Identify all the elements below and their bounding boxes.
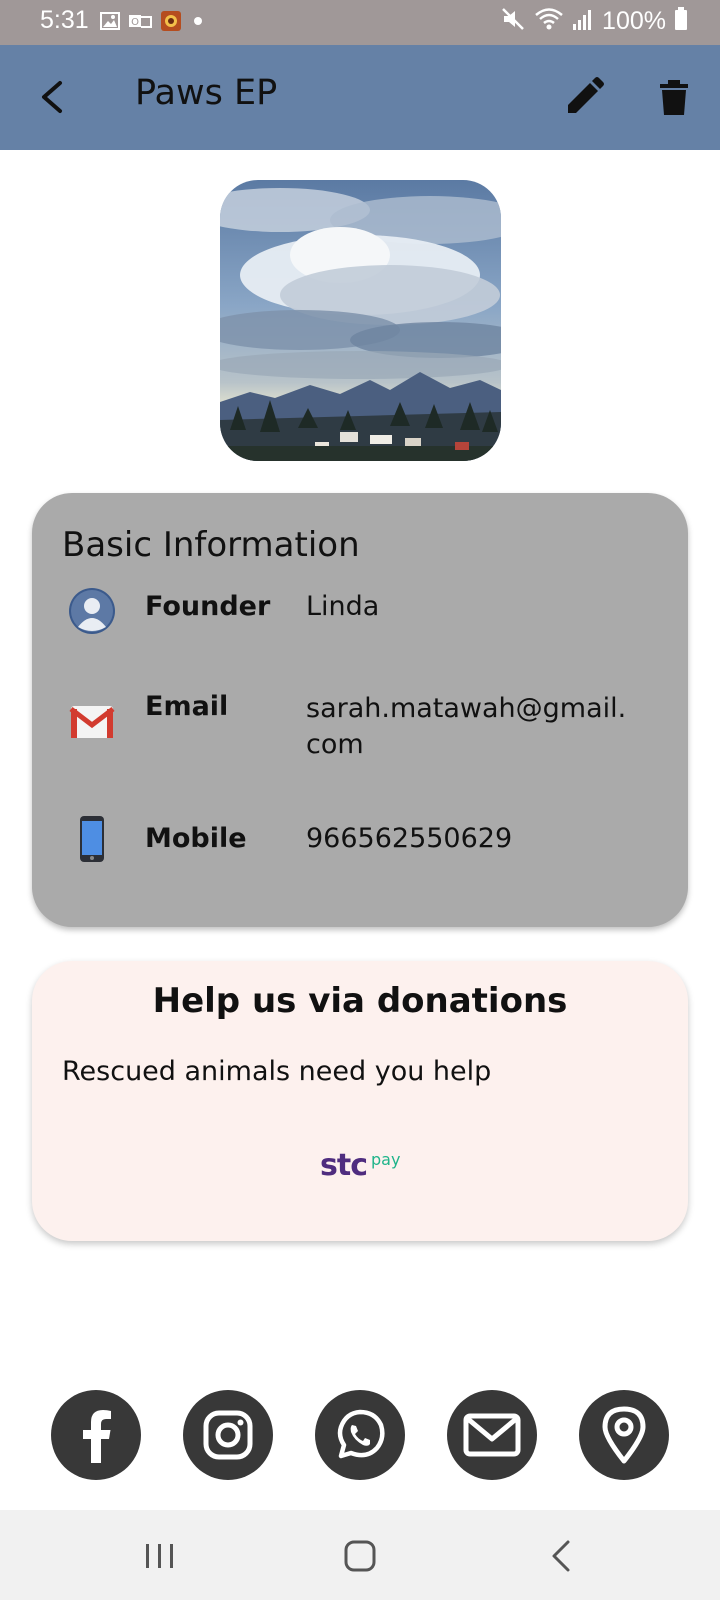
- facebook-icon: [83, 1410, 111, 1463]
- mute-icon: [500, 6, 526, 36]
- basic-info-card: Basic Information Founder Linda Email sa…: [32, 493, 688, 927]
- trash-icon: [660, 80, 688, 115]
- mobile-label: Mobile: [145, 823, 247, 854]
- whatsapp-button[interactable]: [315, 1390, 405, 1480]
- user-avatar-icon: [68, 587, 116, 635]
- signal-icon: [572, 6, 594, 36]
- basic-info-heading: Basic Information: [62, 525, 360, 565]
- mail-icon: [463, 1413, 521, 1457]
- back-icon: [552, 1540, 570, 1572]
- donations-text: Rescued animals need you help: [62, 1056, 492, 1087]
- page-title: Paws EP: [135, 73, 278, 113]
- app-bar: Paws EP: [0, 45, 720, 150]
- founder-value: Linda: [306, 591, 380, 622]
- donations-title: Help us via donations: [152, 981, 568, 1021]
- back-button[interactable]: [30, 75, 74, 119]
- email-label: Email: [145, 691, 229, 722]
- stc-pay-logo-main: stc: [320, 1148, 368, 1183]
- svg-text:O: O: [131, 17, 139, 28]
- instagram-button[interactable]: [183, 1390, 273, 1480]
- social-links: [0, 1390, 720, 1480]
- outlook-icon: O: [128, 11, 152, 35]
- pencil-icon: [568, 77, 604, 113]
- phone-icon: [68, 815, 116, 863]
- battery-percent: 100%: [602, 6, 666, 35]
- screen: 5:31 O 100% Paws EP Basic Information Fo…: [0, 0, 720, 1600]
- instagram-icon: [203, 1410, 253, 1460]
- home-button[interactable]: [340, 1536, 380, 1576]
- status-notification-icons: O: [100, 10, 206, 36]
- location-pin-icon: [602, 1406, 646, 1464]
- image-icon: [100, 11, 120, 35]
- chevron-left-icon: [42, 81, 62, 113]
- recent-apps-icon: [146, 1544, 173, 1568]
- stc-pay-logo-suffix: pay: [371, 1150, 401, 1169]
- battery-icon: [674, 6, 688, 36]
- dot-icon: [190, 11, 206, 35]
- location-button[interactable]: [579, 1390, 669, 1480]
- status-bar: 5:31 O 100%: [0, 0, 720, 45]
- delete-button[interactable]: [652, 75, 696, 119]
- system-back-button[interactable]: [542, 1536, 582, 1576]
- system-nav-bar: [0, 1510, 720, 1600]
- founder-label: Founder: [145, 591, 271, 622]
- email-value[interactable]: sarah.matawah@gmail.com: [306, 691, 636, 763]
- profile-image: [220, 180, 501, 461]
- mail-button[interactable]: [447, 1390, 537, 1480]
- whatsapp-icon: [337, 1409, 385, 1459]
- edit-button[interactable]: [562, 75, 606, 119]
- status-system-icons: 100%: [500, 6, 688, 36]
- gmail-icon: [68, 697, 116, 745]
- app-notification-icon: [160, 10, 182, 36]
- home-icon: [344, 1540, 376, 1572]
- wifi-icon: [534, 6, 564, 36]
- stc-pay-button[interactable]: stc pay: [320, 1148, 404, 1188]
- facebook-button[interactable]: [51, 1390, 141, 1480]
- mobile-value[interactable]: 966562550629: [306, 821, 636, 857]
- recent-apps-button[interactable]: [140, 1536, 180, 1576]
- status-time: 5:31: [40, 6, 89, 34]
- donations-card: Help us via donations Rescued animals ne…: [32, 961, 688, 1241]
